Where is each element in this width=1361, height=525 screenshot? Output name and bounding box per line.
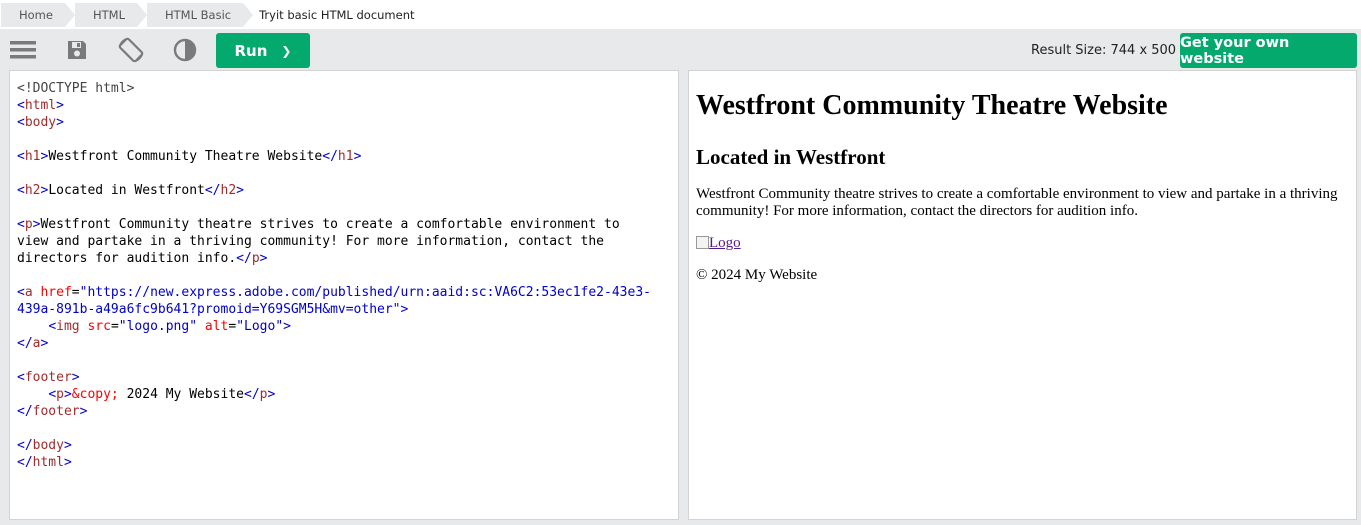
rotate-icon[interactable]	[117, 37, 145, 63]
code-p-line-3: directors for audition info.	[17, 251, 237, 266]
run-label: Run	[234, 41, 268, 60]
result-heading: Westfront Community Theatre Website	[696, 90, 1168, 121]
breadcrumb-html-basic[interactable]: HTML Basic	[146, 2, 254, 27]
get-own-website-button[interactable]: Get your own website	[1180, 33, 1357, 68]
run-button[interactable]: Run ❯	[216, 33, 310, 68]
logo-link[interactable]: Logo	[696, 235, 741, 252]
contrast-icon[interactable]	[171, 37, 199, 63]
code-h2-text: Located in Westfront	[48, 183, 205, 198]
menu-icon[interactable]	[9, 37, 37, 63]
result-subheading: Located in Westfront	[696, 145, 886, 169]
broken-image-icon	[696, 236, 709, 249]
logo-alt-text: Logo	[709, 235, 741, 251]
code-href-line-1: "https://new.express.adobe.com/published…	[79, 285, 651, 300]
code-footer-text: 2024 My Website	[118, 387, 244, 402]
breadcrumb-current: Tryit basic HTML document	[259, 7, 415, 22]
result-document: Westfront Community Theatre Website Loca…	[696, 71, 1346, 284]
code-img-alt: "Logo"	[236, 319, 284, 334]
result-paragraph: Westfront Community theatre strives to c…	[696, 186, 1338, 219]
code-editor[interactable]: <!DOCTYPE html> <html> <body> <h1>Westfr…	[9, 70, 679, 520]
code-entity: &copy;	[71, 387, 119, 402]
code-text[interactable]: <!DOCTYPE html> <html> <body> <h1>Westfr…	[17, 80, 651, 471]
code-img-src: "logo.png"	[118, 319, 198, 334]
code-href-line-2: 439a-891b-a49a6fc9b641?promoid=Y69SGM5H&…	[17, 302, 401, 317]
result-size-readout: Result Size: 744 x 500	[1031, 43, 1177, 58]
result-pane: Westfront Community Theatre Website Loca…	[688, 70, 1357, 520]
save-icon[interactable]	[63, 37, 91, 63]
chevron-right-icon: ❯	[281, 43, 292, 58]
breadcrumb-html[interactable]: HTML	[74, 2, 148, 27]
breadcrumb-home[interactable]: Home	[1, 2, 75, 27]
code-p-line-2: view and partake in a thriving community…	[17, 234, 604, 249]
result-footer: © 2024 My Website	[696, 267, 818, 283]
toolbar: Run ❯ Result Size: 744 x 500 Get your ow…	[0, 29, 1361, 70]
doctype-line: <!DOCTYPE html>	[17, 81, 135, 96]
code-h1-text: Westfront Community Theatre Website	[48, 149, 323, 164]
breadcrumb: Home HTML HTML Basic Tryit basic HTML do…	[0, 0, 1361, 29]
code-p-line-1: Westfront Community theatre strives to c…	[40, 217, 620, 232]
